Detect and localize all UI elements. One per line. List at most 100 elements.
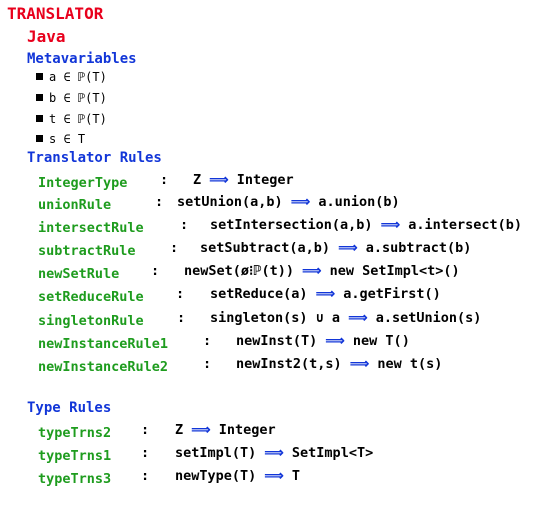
implies-arrow-icon: ⟹ [315, 286, 336, 302]
translator-title: TRANSLATOR [7, 4, 104, 23]
rule-rhs: new t(s) [377, 356, 443, 372]
implies-arrow-icon: ⟹ [290, 194, 311, 210]
rule-colon: : [141, 445, 150, 461]
translator-rules-heading: Translator Rules [27, 150, 162, 166]
metavariable-text: s ∈ T [49, 132, 86, 146]
rule-expression: newType(T) ⟹ T [175, 468, 300, 484]
rule-colon: : [177, 310, 186, 326]
rule-rhs: Integer [236, 172, 294, 188]
language-heading: Java [27, 27, 66, 46]
implies-arrow-icon: ⟹ [209, 172, 229, 188]
rule-rhs: new T() [352, 333, 410, 349]
rule-row-integertype: IntegerType [38, 172, 127, 191]
rule-expression: setReduce(a) ⟹ a.getFirst() [210, 286, 441, 302]
rule-colon: : [203, 356, 212, 372]
type-rules-heading: Type Rules [27, 400, 112, 416]
rule-rhs: Integer [218, 422, 276, 438]
metavariables-heading: Metavariables [27, 51, 137, 67]
rule-rhs: SetImpl<T> [291, 445, 374, 461]
rule-expression: newInst(T) ⟹ new T() [236, 333, 410, 349]
rule-lhs: newType(T) [175, 468, 257, 484]
rule-rhs: a.union(b) [318, 194, 400, 210]
rule-expression: newSet(ø⁝ℙ(t)) ⟹ new SetImpl<t>() [184, 263, 460, 279]
rule-name: singletonRule [38, 313, 144, 329]
square-bullet-icon [36, 73, 43, 80]
rule-name: typeTrns3 [38, 471, 112, 487]
rule-colon: : [155, 194, 164, 210]
rule-row-subtractrule: subtractRule [38, 240, 136, 259]
implies-arrow-icon: ⟹ [380, 217, 401, 233]
rule-rhs: a.intersect(b) [408, 217, 522, 233]
rule-name: intersectRule [38, 220, 144, 236]
rule-name: typeTrns2 [38, 425, 112, 441]
rule-expression: setImpl(T) ⟹ SetImpl<T> [175, 445, 373, 461]
rule-expression: setIntersection(a,b) ⟹ a.intersect(b) [210, 217, 522, 233]
rule-row-newinstancerule2: newInstanceRule2 [38, 356, 168, 375]
rule-rhs: a.setUnion(s) [375, 310, 482, 326]
rule-rhs: T [291, 468, 301, 484]
metavariable-item: b ∈ ℙ(T) [36, 91, 107, 105]
implies-arrow-icon: ⟹ [325, 333, 345, 349]
rule-rhs: new SetImpl<t>() [329, 263, 460, 279]
metavariable-text: b ∈ ℙ(T) [49, 91, 107, 105]
type-rule-row-typetrns1: typeTrns1 [38, 445, 111, 464]
rule-row-newsetrule: newSetRule [38, 263, 119, 282]
rule-lhs: Z [193, 172, 202, 188]
type-rule-row-typetrns3: typeTrns3 [38, 468, 111, 487]
rule-colon: : [203, 333, 212, 349]
square-bullet-icon [36, 135, 43, 142]
rule-lhs: setUnion(a,b) [177, 194, 283, 210]
rule-name: newInstanceRule2 [38, 359, 169, 375]
implies-arrow-icon: ⟹ [264, 445, 284, 461]
rule-name: newInstanceRule1 [38, 336, 169, 352]
type-rule-row-typetrns2: typeTrns2 [38, 422, 111, 441]
metavariable-text: t ∈ ℙ(T) [49, 112, 107, 126]
implies-arrow-icon: ⟹ [349, 356, 370, 372]
implies-arrow-icon: ⟹ [338, 240, 358, 256]
rule-lhs: setReduce(a) [210, 286, 308, 302]
rule-colon: : [176, 286, 185, 302]
rule-expression: Z ⟹ Integer [193, 172, 294, 188]
rule-expression: Z ⟹ Integer [175, 422, 276, 438]
rule-lhs: setIntersection(a,b) [210, 217, 373, 233]
rule-colon: : [160, 172, 169, 188]
rule-name: setReduceRule [38, 289, 144, 305]
rule-rhs: a.getFirst() [343, 286, 441, 302]
metavariable-item: a ∈ ℙ(T) [36, 70, 107, 84]
implies-arrow-icon: ⟹ [348, 310, 368, 326]
rule-rhs: a.subtract(b) [365, 240, 472, 256]
square-bullet-icon [36, 115, 43, 122]
rule-row-singletonrule: singletonRule [38, 310, 144, 329]
rule-row-setreducerule: setReduceRule [38, 286, 144, 305]
rule-name: typeTrns1 [38, 448, 112, 464]
rule-expression: newInst2(t,s) ⟹ new t(s) [236, 356, 442, 372]
rule-row-newinstancerule1: newInstanceRule1 [38, 333, 168, 352]
rule-colon: : [141, 422, 150, 438]
rule-name: unionRule [38, 197, 112, 213]
rule-lhs: setImpl(T) [175, 445, 257, 461]
rule-name: newSetRule [38, 266, 120, 282]
rule-row-unionrule: unionRule [38, 194, 111, 213]
metavariable-item: s ∈ T [36, 132, 85, 146]
rule-lhs: setSubtract(a,b) [200, 240, 331, 256]
rule-expression: setSubtract(a,b) ⟹ a.subtract(b) [200, 240, 471, 256]
rule-name: IntegerType [38, 175, 128, 191]
rule-expression: singleton(s) ∪ a ⟹ a.setUnion(s) [210, 310, 481, 326]
rule-name: subtractRule [38, 243, 136, 259]
rule-lhs: newInst2(t,s) [236, 356, 342, 372]
rule-colon: : [141, 468, 150, 484]
rule-expression: setUnion(a,b) ⟹ a.union(b) [177, 194, 400, 210]
metavariable-item: t ∈ ℙ(T) [36, 112, 107, 126]
implies-arrow-icon: ⟹ [264, 468, 284, 484]
rule-lhs: newInst(T) [236, 333, 318, 349]
rule-colon: : [180, 217, 189, 233]
rule-colon: : [151, 263, 160, 279]
implies-arrow-icon: ⟹ [302, 263, 322, 279]
square-bullet-icon [36, 94, 43, 101]
rule-lhs: Z [175, 422, 184, 438]
rule-row-intersectrule: intersectRule [38, 217, 144, 236]
rule-lhs: singleton(s) ∪ a [210, 310, 341, 326]
metavariable-text: a ∈ ℙ(T) [49, 70, 107, 84]
rule-colon: : [170, 240, 179, 256]
implies-arrow-icon: ⟹ [191, 422, 211, 438]
